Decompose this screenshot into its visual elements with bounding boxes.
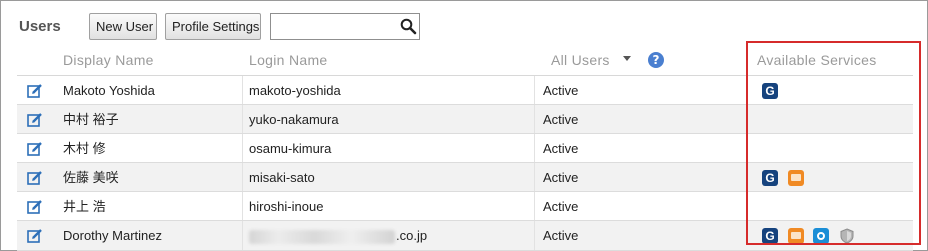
display-name-cell: 木村 修 (63, 141, 106, 156)
status-cell: Active (543, 83, 579, 98)
login-name-cell: misaki-sato (249, 170, 315, 185)
status-cell: Active (543, 228, 579, 243)
status-filter-dropdown[interactable]: All Users (551, 52, 610, 68)
login-name-cell: yuko-nakamura (249, 112, 339, 127)
login-name-cell: makoto-yoshida (249, 83, 341, 98)
status-cell: Active (543, 170, 579, 185)
redacted-text (249, 229, 395, 244)
help-icon[interactable]: ? (648, 52, 664, 68)
column-header-display-name[interactable]: Display Name (63, 52, 154, 68)
login-name-cell: .co.jp (249, 221, 427, 250)
edit-icon[interactable] (27, 170, 43, 185)
login-name-cell: hiroshi-inoue (249, 199, 324, 214)
new-user-button[interactable]: New User (89, 13, 157, 40)
display-name-cell: 中村 裕子 (63, 112, 119, 127)
edit-icon[interactable] (27, 228, 43, 243)
edit-icon[interactable] (27, 199, 43, 214)
display-name-cell: Makoto Yoshida (63, 83, 155, 98)
column-header-login-name[interactable]: Login Name (249, 52, 328, 68)
edit-icon[interactable] (27, 112, 43, 127)
display-name-cell: 井上 浩 (63, 199, 106, 214)
status-cell: Active (543, 112, 579, 127)
profile-settings-button[interactable]: Profile Settings (165, 13, 261, 40)
display-name-cell: 佐藤 美咲 (63, 170, 119, 185)
chevron-down-icon[interactable] (623, 56, 631, 61)
page-title: Users (19, 18, 61, 35)
search-icon (400, 18, 417, 35)
status-cell: Active (543, 199, 579, 214)
user-list-panel: Users New User Profile Settings Display … (0, 0, 928, 251)
search-input[interactable] (270, 13, 398, 40)
display-name-cell: Dorothy Martinez (63, 228, 162, 243)
status-cell: Active (543, 141, 579, 156)
available-services-highlight (746, 41, 921, 245)
login-name-cell: osamu-kimura (249, 141, 332, 156)
edit-icon[interactable] (27, 141, 43, 156)
search-button[interactable] (398, 13, 420, 40)
edit-icon[interactable] (27, 83, 43, 98)
